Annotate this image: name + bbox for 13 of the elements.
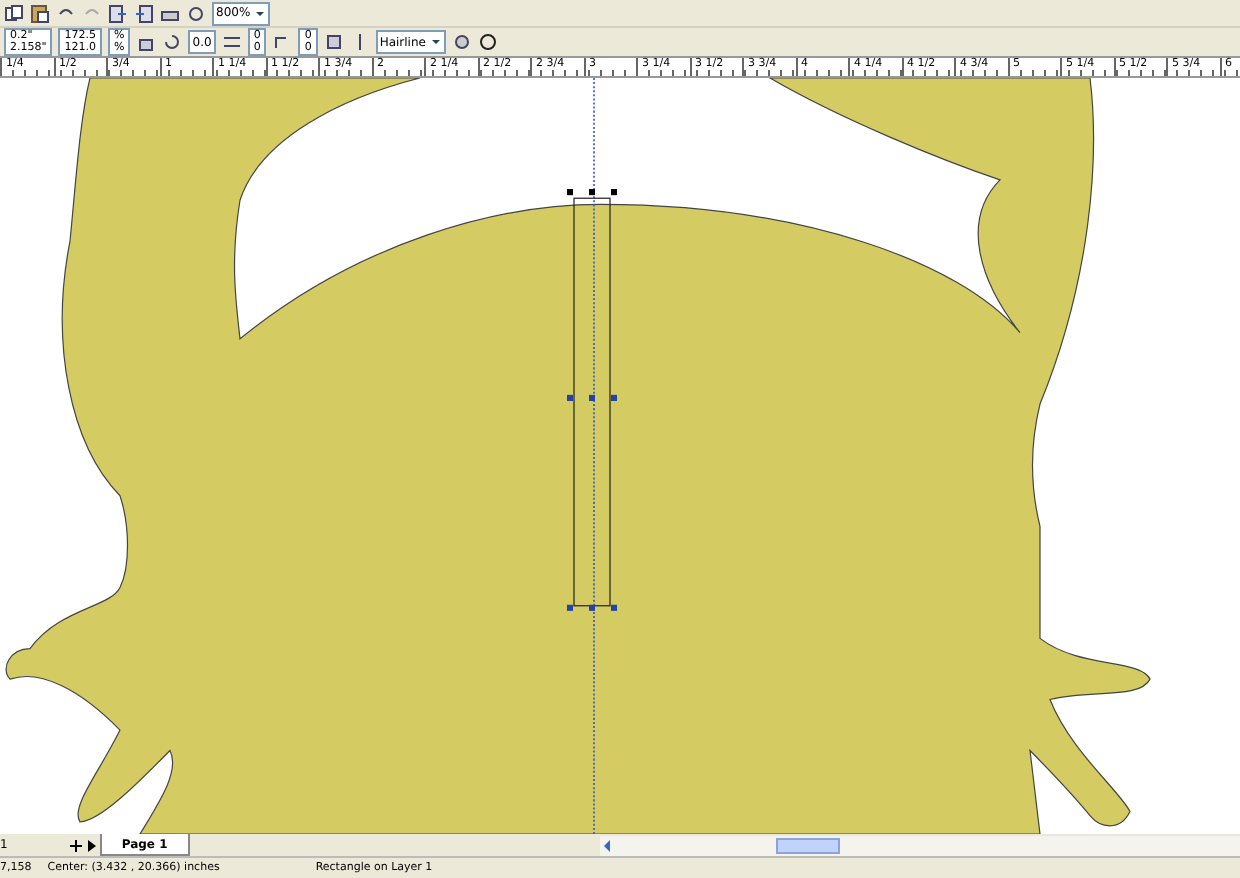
selection-rectangle[interactable] (567, 189, 617, 611)
wrap-icon[interactable] (323, 32, 344, 52)
dropdown-arrow-icon (254, 7, 267, 19)
circle-icon[interactable] (477, 32, 498, 52)
rotate-icon[interactable] (162, 32, 183, 52)
dropdown-arrow-icon (429, 36, 442, 48)
copy-icon[interactable] (4, 3, 24, 23)
scroll-thumb[interactable] (776, 837, 840, 853)
import-icon[interactable] (108, 3, 128, 23)
paste-icon[interactable] (30, 3, 50, 23)
add-page-icon[interactable] (67, 837, 84, 853)
horizontal-scrollbar[interactable] (600, 835, 1240, 855)
export-icon[interactable] (134, 3, 154, 23)
